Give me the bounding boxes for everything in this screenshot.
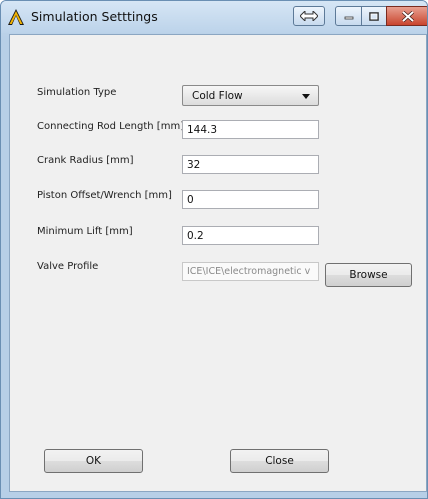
simulation-settings-window: Simulation Setttings Simulation Type Col… (0, 0, 428, 499)
maximize-icon (369, 11, 379, 21)
minimum-lift-input[interactable]: 0.2 (182, 226, 319, 245)
crank-radius-label: Crank Radius [mm] (37, 155, 134, 166)
connecting-rod-length-input[interactable]: 144.3 (182, 120, 319, 139)
close-icon (401, 10, 414, 22)
close-window-button[interactable] (386, 6, 427, 26)
close-button[interactable]: Close (230, 449, 329, 473)
window-title: Simulation Setttings (31, 9, 158, 24)
resize-arrows-icon (300, 11, 318, 21)
connecting-rod-length-label: Connecting Rod Length [mm] (37, 121, 185, 132)
valve-profile-path-field: ICE\ICE\electromagnetic v (182, 262, 319, 281)
minimum-lift-label: Minimum Lift [mm] (37, 226, 133, 237)
crank-radius-input[interactable]: 32 (182, 155, 319, 174)
maximize-button[interactable] (361, 6, 387, 26)
ok-button[interactable]: OK (44, 449, 143, 473)
simulation-type-dropdown[interactable]: Cold Flow (182, 85, 319, 106)
browse-button[interactable]: Browse (325, 263, 412, 287)
minimize-icon (344, 16, 353, 20)
piston-offset-input[interactable]: 0 (182, 190, 319, 209)
simulation-type-value: Cold Flow (192, 90, 243, 102)
resize-button[interactable] (293, 6, 325, 26)
app-logo-icon (8, 9, 24, 25)
title-bar[interactable]: Simulation Setttings (1, 1, 427, 33)
chevron-down-icon (302, 94, 310, 99)
simulation-type-label: Simulation Type (37, 87, 117, 98)
valve-profile-label: Valve Profile (37, 261, 99, 272)
minimize-button[interactable] (335, 6, 362, 26)
piston-offset-label: Piston Offset/Wrench [mm] (37, 190, 172, 201)
